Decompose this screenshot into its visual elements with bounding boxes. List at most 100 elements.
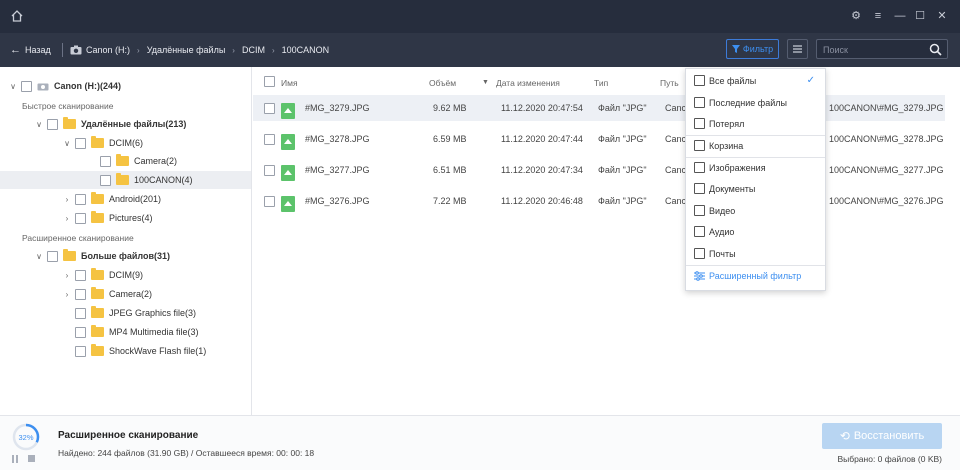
checkbox[interactable] <box>100 174 111 186</box>
checkbox[interactable] <box>75 193 86 205</box>
tree-item-jpeg[interactable]: JPEG Graphics file(3) <box>75 304 196 322</box>
checkbox[interactable] <box>47 118 58 130</box>
breadcrumb-item[interactable]: Canon (H:) <box>86 45 130 55</box>
checkbox[interactable] <box>75 288 86 300</box>
checkbox[interactable] <box>75 326 86 338</box>
view-toggle-button[interactable] <box>787 39 808 59</box>
filter-all-files[interactable]: Все файлы ✓ <box>686 70 825 91</box>
camera-icon <box>70 45 82 55</box>
chevron-right-icon[interactable]: › <box>62 214 72 223</box>
tree-label: JPEG Graphics file(3) <box>109 308 197 318</box>
filter-images[interactable]: Изображения <box>686 157 825 178</box>
filter-mail[interactable]: Почты <box>686 243 825 264</box>
table-header: Имя Объём ▼ Дата изменения Тип Путь <box>253 67 960 97</box>
file-type: Файл "JPG" <box>598 103 647 113</box>
arrow-left-icon: ← <box>10 44 21 56</box>
file-date: 11.12.2020 20:47:54 <box>501 103 583 113</box>
checkbox[interactable] <box>75 307 86 319</box>
chevron-down-icon[interactable]: ∨ <box>8 82 18 91</box>
tree-item-dcim9[interactable]: › DCIM(9) <box>62 266 143 284</box>
back-button[interactable]: ← Назад <box>10 43 51 57</box>
tree-label: Canon (H:)(244) <box>54 81 121 91</box>
tree-item-camera[interactable]: Camera(2) <box>100 152 177 170</box>
tree-item-swf[interactable]: ShockWave Flash file(1) <box>75 342 206 360</box>
tree-item-more-files[interactable]: ∨ Больше файлов(31) <box>34 247 170 265</box>
table-row[interactable]: #MG_3279.JPG 9.62 MB 11.12.2020 20:47:54… <box>253 95 945 121</box>
column-header-path[interactable]: Путь <box>660 78 679 88</box>
tree-label: Camera(2) <box>134 156 178 166</box>
restore-button[interactable]: ⟲ Восстановить <box>822 423 942 449</box>
menu-label: Корзина <box>709 140 744 151</box>
breadcrumb-item[interactable]: Удалённые файлы <box>147 45 226 55</box>
tree-label: Pictures(4) <box>109 213 153 223</box>
pause-icon[interactable] <box>12 455 18 463</box>
menu-label: Последние файлы <box>709 97 787 108</box>
column-header-name[interactable]: Имя <box>281 78 298 88</box>
file-type: Файл "JPG" <box>598 134 647 144</box>
chevron-right-icon[interactable]: › <box>62 271 72 280</box>
breadcrumb-item[interactable]: DCIM <box>242 45 265 55</box>
folder-icon <box>116 173 129 185</box>
checkmark-icon: ✓ <box>806 75 815 86</box>
chevron-right-icon[interactable]: › <box>62 290 72 299</box>
minimize-icon[interactable]: — <box>894 10 906 22</box>
home-icon[interactable] <box>10 9 24 23</box>
settings-icon[interactable]: ⚙ <box>850 10 862 22</box>
tree-item-mp4[interactable]: MP4 Multimedia file(3) <box>75 323 199 341</box>
chevron-right-icon[interactable]: › <box>62 195 72 204</box>
file-path-end: 100CANON\#MG_3279.JPG <box>829 103 944 113</box>
title-bar: ⚙ ≡ — ☐ ✕ <box>0 0 960 33</box>
tree-item-deleted-files[interactable]: ∨ Удалённые файлы(213) <box>34 115 186 133</box>
checkbox[interactable] <box>47 250 58 262</box>
checkbox[interactable] <box>75 137 86 149</box>
progress-ring: 32% <box>12 423 40 451</box>
filter-recycle-bin[interactable]: Корзина <box>686 135 825 156</box>
filter-recent-files[interactable]: Последние файлы <box>686 92 825 113</box>
tree-item-dcim[interactable]: ∨ DCIM(6) <box>62 134 143 152</box>
maximize-icon[interactable]: ☐ <box>914 10 926 22</box>
stop-icon[interactable] <box>28 455 35 462</box>
filter-button[interactable]: Фильтр <box>726 39 779 59</box>
tree-label: DCIM(6) <box>109 138 143 148</box>
select-all-checkbox[interactable] <box>264 76 275 87</box>
checkbox[interactable] <box>264 165 275 176</box>
table-row[interactable]: #MG_3276.JPG 7.22 MB 11.12.2020 20:46:48… <box>253 188 945 214</box>
column-header-size[interactable]: Объём <box>429 78 456 88</box>
column-header-date[interactable]: Дата изменения <box>496 78 560 88</box>
checkbox[interactable] <box>21 80 32 92</box>
checkbox[interactable] <box>264 103 275 114</box>
chevron-down-icon[interactable]: ∨ <box>34 252 44 261</box>
checkbox[interactable] <box>75 212 86 224</box>
folder-icon <box>91 306 104 318</box>
checkbox[interactable] <box>264 196 275 207</box>
tree-item-camera2[interactable]: › Camera(2) <box>62 285 152 303</box>
tree-item-pictures[interactable]: › Pictures(4) <box>62 209 153 227</box>
tree-item-100canon[interactable]: 100CANON(4) <box>0 171 251 189</box>
chevron-down-icon[interactable]: ∨ <box>62 139 72 148</box>
checkbox[interactable] <box>264 134 275 145</box>
search-icon[interactable] <box>929 43 942 56</box>
filter-advanced[interactable]: Расширенный фильтр <box>686 265 825 286</box>
folder-icon <box>91 136 104 148</box>
close-icon[interactable]: ✕ <box>936 10 948 22</box>
menu-icon[interactable]: ≡ <box>872 10 884 22</box>
filter-documents[interactable]: Документы <box>686 178 825 199</box>
column-header-type[interactable]: Тип <box>594 78 608 88</box>
table-row[interactable]: #MG_3277.JPG 6.51 MB 11.12.2020 20:47:34… <box>253 157 945 183</box>
tree-item-android[interactable]: › Android(201) <box>62 190 161 208</box>
checkbox[interactable] <box>100 155 111 167</box>
filter-audio[interactable]: Аудио <box>686 221 825 242</box>
filter-video[interactable]: Видео <box>686 200 825 221</box>
image-icon <box>694 162 705 173</box>
file-type: Файл "JPG" <box>598 165 647 175</box>
search-input[interactable] <box>823 43 923 56</box>
checkbox[interactable] <box>75 269 86 281</box>
restore-icon: ⟲ <box>839 429 850 443</box>
table-row[interactable]: #MG_3278.JPG 6.59 MB 11.12.2020 20:47:44… <box>253 126 945 152</box>
chevron-down-icon[interactable]: ∨ <box>34 120 44 129</box>
filter-lost[interactable]: Потерял <box>686 113 825 134</box>
chevron-right-icon: › <box>271 45 275 55</box>
checkbox[interactable] <box>75 345 86 357</box>
breadcrumb-item[interactable]: 100CANON <box>282 45 330 55</box>
tree-item-root[interactable]: ∨ Canon (H:)(244) <box>8 77 121 95</box>
